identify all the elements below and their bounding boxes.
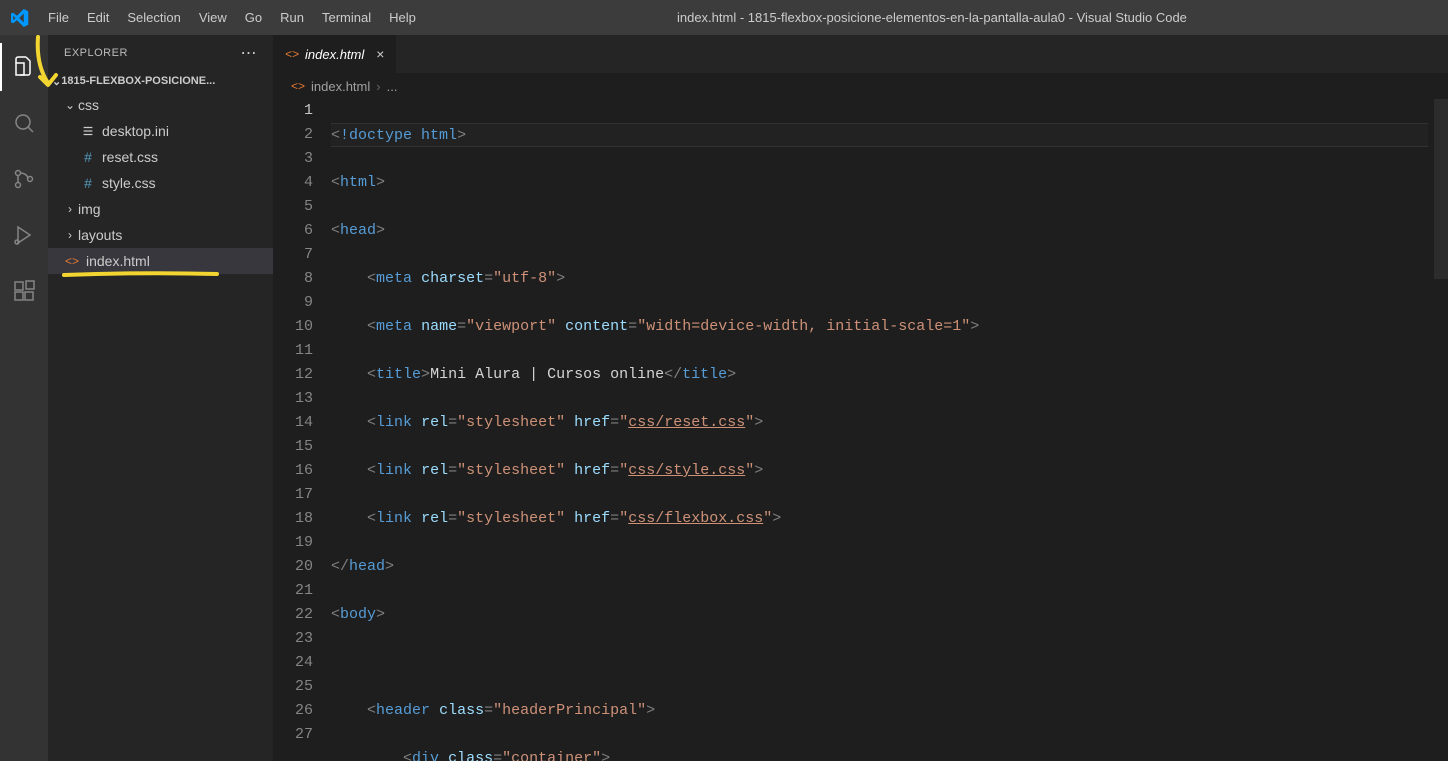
- html-file-icon: <>: [285, 47, 299, 61]
- window-title: index.html - 1815-flexbox-posicione-elem…: [424, 10, 1440, 25]
- breadcrumb-ellipsis: ...: [387, 79, 398, 94]
- sidebar-title: EXPLORER: [64, 47, 128, 59]
- breadcrumbs[interactable]: <> index.html › ...: [273, 73, 1448, 99]
- file-desktop-ini[interactable]: desktop.ini: [48, 118, 273, 144]
- menu-file[interactable]: File: [40, 6, 77, 29]
- title-bar: File Edit Selection View Go Run Terminal…: [0, 0, 1448, 35]
- menu-view[interactable]: View: [191, 6, 235, 29]
- menu-selection[interactable]: Selection: [119, 6, 188, 29]
- file-reset-css[interactable]: # reset.css: [48, 144, 273, 170]
- tabs-bar: <> index.html ×: [273, 35, 1448, 73]
- close-icon[interactable]: ×: [376, 46, 384, 62]
- source-control-icon[interactable]: [0, 155, 48, 203]
- tab-index-html[interactable]: <> index.html ×: [273, 35, 397, 73]
- code-content[interactable]: <!doctype html> <html> <head> <meta char…: [331, 99, 1448, 761]
- explorer-icon[interactable]: [0, 43, 48, 91]
- project-name: 1815-FLEXBOX-POSICIONE...: [61, 75, 215, 87]
- menu-run[interactable]: Run: [272, 6, 312, 29]
- tree-label: index.html: [86, 253, 150, 269]
- code-area[interactable]: 12345 678910 1112131415 1617181920 21222…: [273, 99, 1448, 761]
- tree-label: style.css: [102, 175, 156, 191]
- activity-bar: [0, 35, 48, 761]
- extensions-icon[interactable]: [0, 267, 48, 315]
- menu-edit[interactable]: Edit: [79, 6, 117, 29]
- sidebar-header: EXPLORER ⋯: [48, 35, 273, 70]
- file-style-css[interactable]: # style.css: [48, 170, 273, 196]
- vscode-logo-icon: [8, 6, 32, 30]
- menu-go[interactable]: Go: [237, 6, 270, 29]
- vertical-scrollbar[interactable]: [1434, 99, 1448, 761]
- file-tree: ⌄ css desktop.ini # reset.css # style.cs…: [48, 92, 273, 278]
- folder-css[interactable]: ⌄ css: [48, 92, 273, 118]
- search-icon[interactable]: [0, 99, 48, 147]
- menu-terminal[interactable]: Terminal: [314, 6, 379, 29]
- sidebar: EXPLORER ⋯ ⌄ 1815-FLEXBOX-POSICIONE... ⌄…: [48, 35, 273, 761]
- line-numbers: 12345 678910 1112131415 1617181920 21222…: [273, 99, 331, 761]
- chevron-right-icon: ›: [62, 202, 78, 216]
- project-header[interactable]: ⌄ 1815-FLEXBOX-POSICIONE...: [48, 70, 273, 92]
- annotation-underline: [62, 274, 223, 278]
- tree-label: desktop.ini: [102, 123, 169, 139]
- file-icon: [78, 124, 98, 138]
- tab-label: index.html: [305, 47, 364, 62]
- tree-label: layouts: [78, 227, 122, 243]
- css-file-icon: #: [78, 149, 98, 165]
- chevron-right-icon: ›: [62, 228, 78, 242]
- breadcrumb-file: index.html: [311, 79, 370, 94]
- html-file-icon: <>: [62, 254, 82, 268]
- menu-bar: File Edit Selection View Go Run Terminal…: [40, 6, 424, 29]
- chevron-down-icon: ⌄: [52, 75, 61, 88]
- tree-label: img: [78, 201, 101, 217]
- tree-label: css: [78, 97, 99, 113]
- css-file-icon: #: [78, 175, 98, 191]
- folder-layouts[interactable]: › layouts: [48, 222, 273, 248]
- editor: <> index.html × <> index.html › ... 1234…: [273, 35, 1448, 761]
- html-file-icon: <>: [291, 79, 305, 93]
- folder-img[interactable]: › img: [48, 196, 273, 222]
- run-debug-icon[interactable]: [0, 211, 48, 259]
- sidebar-more-icon[interactable]: ⋯: [241, 43, 258, 63]
- chevron-down-icon: ⌄: [62, 98, 78, 112]
- breadcrumb-separator: ›: [376, 79, 380, 94]
- tree-label: reset.css: [102, 149, 158, 165]
- menu-help[interactable]: Help: [381, 6, 424, 29]
